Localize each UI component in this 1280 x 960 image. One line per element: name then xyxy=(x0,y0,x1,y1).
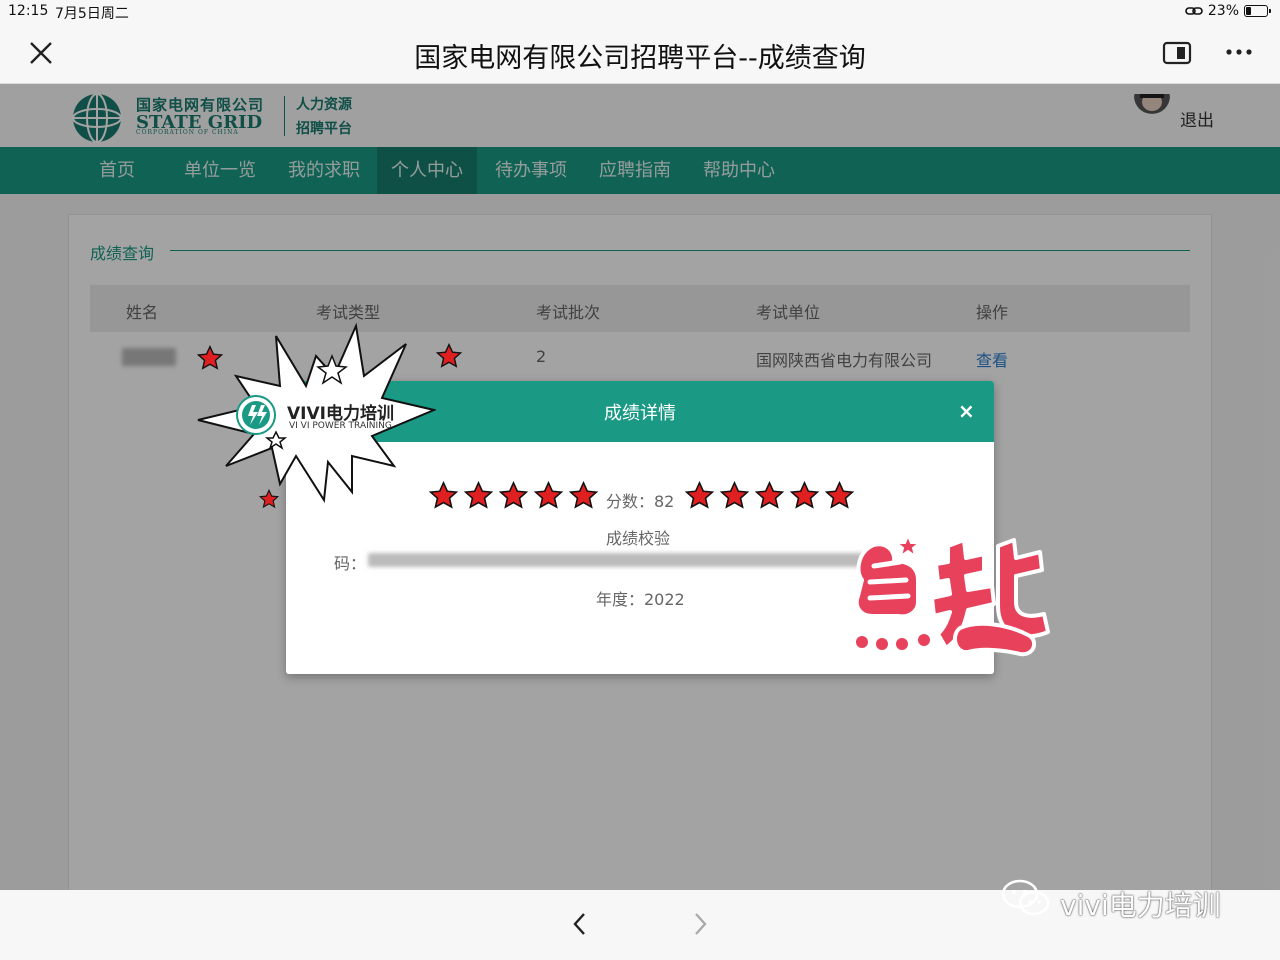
verify-code-label: 码： xyxy=(334,554,367,573)
link-icon xyxy=(1185,7,1203,15)
back-arrow-icon[interactable] xyxy=(568,910,592,938)
star-icon xyxy=(499,481,528,509)
sticker-brand-en: VI VI POWER TRAINING xyxy=(289,421,392,431)
star-icon xyxy=(464,481,493,509)
forward-arrow-icon[interactable] xyxy=(688,910,712,938)
star-icon xyxy=(534,481,563,509)
star-icon xyxy=(755,481,784,509)
score-value: 分数：82 xyxy=(606,492,675,511)
more-icon[interactable] xyxy=(1224,44,1254,60)
split-view-icon[interactable] xyxy=(1162,40,1192,66)
status-date: 7月5日周二 xyxy=(55,6,129,22)
stars-right xyxy=(685,481,854,510)
star-icon xyxy=(720,481,749,509)
year-value: 年度：2022 xyxy=(596,590,685,609)
status-time: 12:15 xyxy=(8,3,49,19)
star-icon xyxy=(569,481,598,509)
thumbs-up-sticker-icon: 点赞 xyxy=(852,532,1050,657)
stars-left xyxy=(429,481,598,510)
vivi-logo-icon xyxy=(236,395,276,435)
star-icon xyxy=(790,481,819,509)
battery-percent: 23% xyxy=(1207,3,1239,19)
modal-close-button[interactable]: × xyxy=(958,399,975,423)
redacted-verify-code xyxy=(368,553,868,567)
status-right: 23% xyxy=(1185,3,1271,19)
wechat-icon xyxy=(1001,879,1050,916)
browser-titlebar: 国家电网有限公司招聘平台--成绩查询 xyxy=(0,22,1280,84)
battery-icon xyxy=(1244,5,1271,17)
star-icon xyxy=(685,481,714,509)
star-icon xyxy=(825,481,854,509)
watermark-text: vivi电力培训 xyxy=(1060,889,1221,922)
star-icon xyxy=(259,489,279,509)
page-title: 国家电网有限公司招聘平台--成绩查询 xyxy=(414,43,866,74)
verify-label: 成绩校验 xyxy=(606,529,671,548)
thumbs-text: 点赞 xyxy=(954,532,956,533)
star-icon xyxy=(197,345,223,370)
star-icon xyxy=(436,343,462,368)
status-bar: 12:15 7月5日周二 23% xyxy=(0,0,1280,22)
